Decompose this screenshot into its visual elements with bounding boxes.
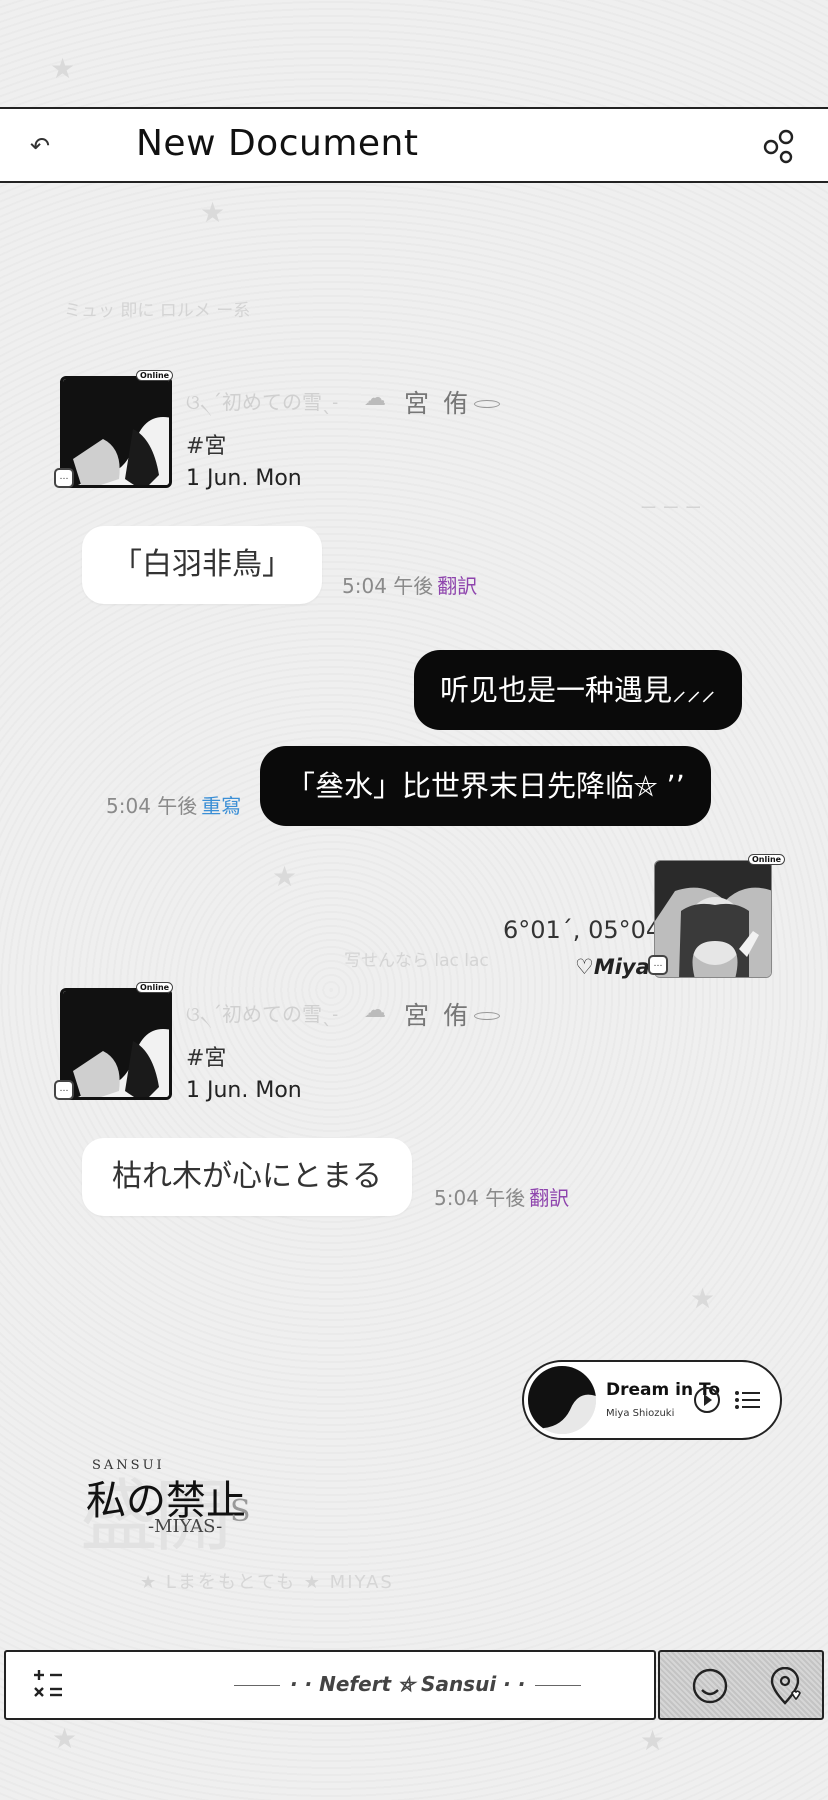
star-decoration: ★ <box>52 1722 78 1755</box>
toolbar-left-panel: · · Nefert ⛤ Sansui · · <box>4 1650 656 1720</box>
chat-bubble-icon[interactable]: … <box>54 1080 74 1100</box>
photo-image <box>655 861 771 977</box>
song-artist: Miya Shiozuki <box>606 1408 675 1419</box>
faint-decor-text: ー ー ー <box>640 499 702 519</box>
faint-decor-text: ★ Lまをもとても ★ MIYAS <box>140 1572 394 1593</box>
toolbar-right-panel <box>658 1650 824 1720</box>
signature-label: ♡Miya <box>575 955 650 979</box>
outgoing-message-bubble[interactable]: 「叄水」比世界末日先降临⛤ ՚՚ <box>260 746 711 826</box>
avatar[interactable] <box>60 988 172 1100</box>
message-time: 5:04 午後 <box>434 1186 526 1210</box>
sansui-logo: 盛開 SANSUI 私の禁止 S -MIYAS- <box>80 1450 300 1562</box>
incoming-message-bubble[interactable]: 「白羽非鳥」 <box>82 526 322 604</box>
profile-tag: #宮 <box>186 434 227 459</box>
faint-decor-text: 写せんなら lac lac <box>344 951 489 971</box>
profile-name: 宮 侑 <box>404 1001 471 1030</box>
message-time: 5:04 午後 <box>342 574 434 598</box>
coordinates-text: 6°01ˊ, 05°04 <box>503 916 662 944</box>
rewrite-link[interactable]: 重寫 <box>201 794 241 818</box>
profile-name: 宮 侑 <box>404 389 471 418</box>
profile-date: 1 Jun. Mon <box>186 466 302 491</box>
undo-icon[interactable]: ↶ <box>30 131 60 161</box>
message-meta: 5:04 午後 重寫 <box>106 790 241 819</box>
online-badge: Online <box>136 982 174 993</box>
profile-date: 1 Jun. Mon <box>186 1078 302 1103</box>
translate-link[interactable]: 翻訳 <box>529 1186 569 1210</box>
profile-handle: ଓ৲ˊ初めての雪ˎ˗ <box>186 390 339 414</box>
music-player[interactable]: Dream in To Miya Shiozuki <box>522 1360 782 1440</box>
avatar-image <box>63 991 169 1097</box>
location-heart-icon[interactable] <box>768 1667 802 1705</box>
oval-decoration-icon <box>474 1012 500 1020</box>
emoji-icon[interactable] <box>692 1668 728 1704</box>
online-badge: Online <box>136 370 174 381</box>
incoming-message-bubble[interactable]: 枯れ木が心にとまる <box>82 1138 412 1216</box>
profile-tag: #宮 <box>186 1046 227 1071</box>
profile-header: Online … ଓ৲ˊ初めての雪ˎ˗ ☁ 宮 侑 #宮 1 Jun. Mon <box>54 370 534 496</box>
menu-circles-icon[interactable] <box>762 129 798 165</box>
message-meta: 5:04 午後 翻訳 <box>434 1182 569 1211</box>
signature-text: · · Nefert ⛤ Sansui · · <box>224 1672 591 1696</box>
logo-s-text: S <box>230 1494 251 1529</box>
online-badge: Online <box>748 854 786 865</box>
cloud-icon: ☁ <box>364 998 386 1023</box>
profile-handle: ଓ৲ˊ初めての雪ˎ˗ <box>186 1002 339 1026</box>
oval-decoration-icon <box>474 400 500 408</box>
avatar-image <box>63 379 169 485</box>
shared-photo[interactable] <box>654 860 772 978</box>
playlist-icon[interactable] <box>734 1389 760 1411</box>
chat-bubble-icon[interactable]: … <box>648 955 668 975</box>
play-icon[interactable] <box>694 1387 720 1413</box>
star-decoration: ★ <box>690 1282 716 1315</box>
star-decoration: ★ <box>200 196 226 229</box>
chat-bubble-icon[interactable]: … <box>54 468 74 488</box>
translate-link[interactable]: 翻訳 <box>437 574 477 598</box>
bottom-toolbar: · · Nefert ⛤ Sansui · · <box>4 1650 824 1720</box>
faint-decor-text: ミュッ 即に ロルメ ー系 <box>64 301 251 321</box>
star-decoration: ★ <box>640 1724 666 1757</box>
album-art <box>528 1366 596 1434</box>
calculator-icon[interactable] <box>30 1666 66 1702</box>
message-meta: 5:04 午後 翻訳 <box>342 570 477 599</box>
avatar[interactable] <box>60 376 172 488</box>
profile-header: Online … ଓ৲ˊ初めての雪ˎ˗ ☁ 宮 侑 #宮 1 Jun. Mon <box>54 982 534 1108</box>
page-title: New Document <box>136 123 419 164</box>
cloud-icon: ☁ <box>364 386 386 411</box>
logo-sub-text: -MIYAS- <box>148 1516 223 1537</box>
outgoing-message-bubble[interactable]: 听见也是一种遇見⸝⸝⸝ <box>414 650 742 730</box>
star-decoration: ★ <box>50 52 76 85</box>
message-time: 5:04 午後 <box>106 794 198 818</box>
star-decoration: ★ <box>272 860 298 893</box>
app-header: ↶ New Document <box>0 107 828 183</box>
